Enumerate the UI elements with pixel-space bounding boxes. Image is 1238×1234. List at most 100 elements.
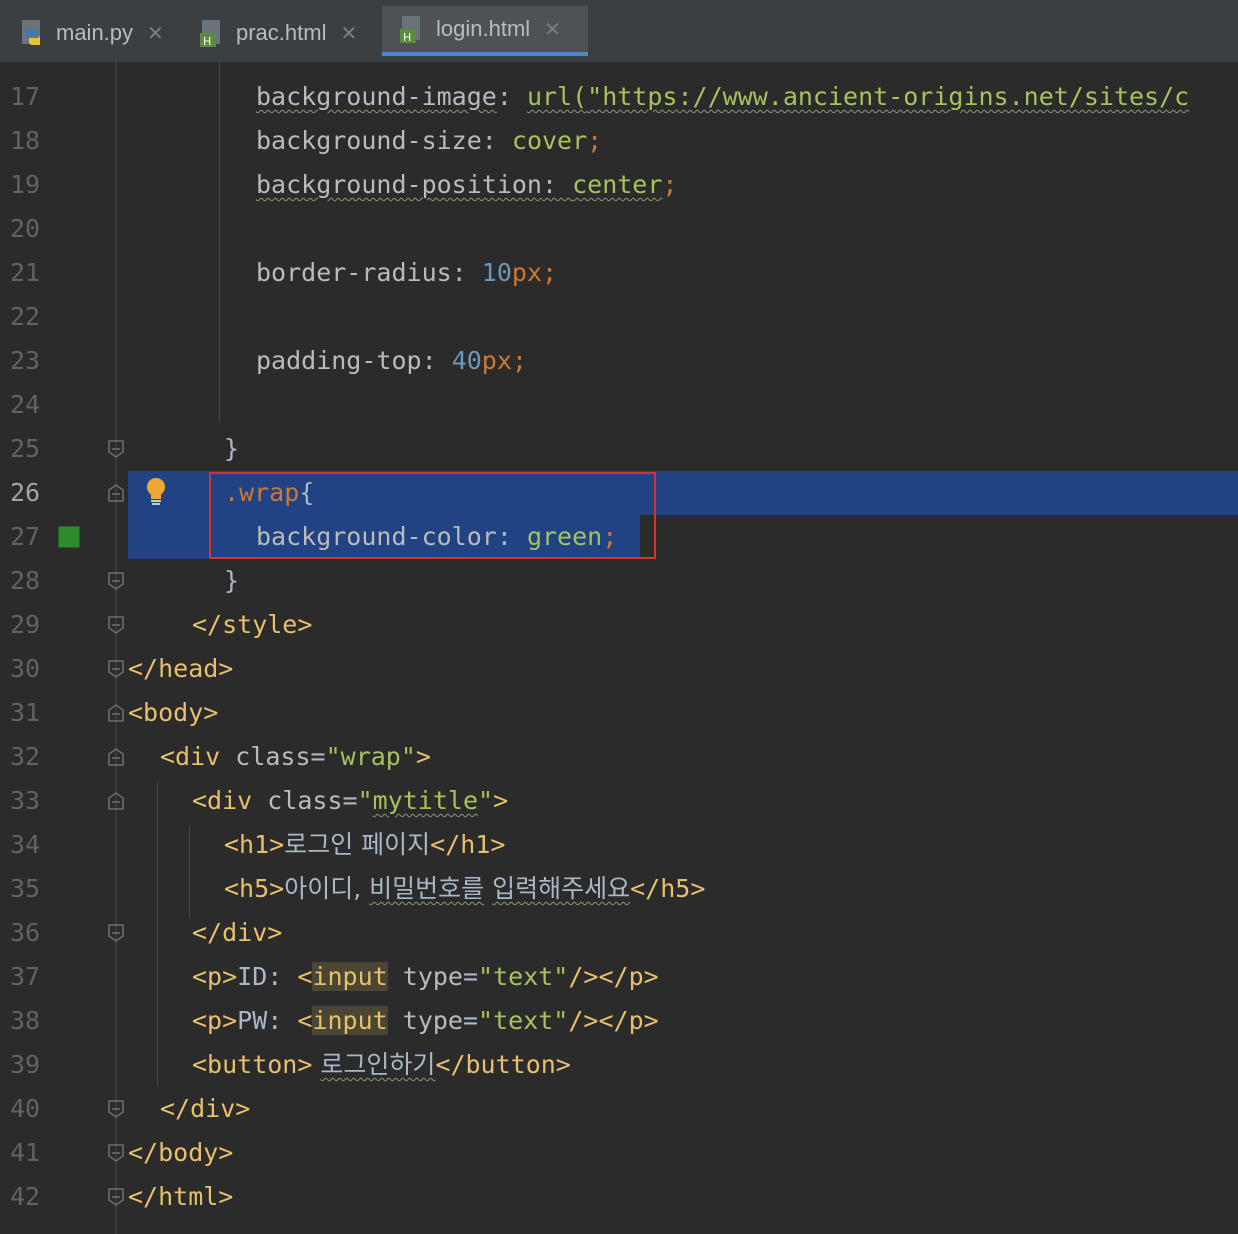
line-code: <p>PW: <input type="text"/></p>: [192, 1006, 659, 1035]
line-number: 35: [10, 874, 41, 903]
line-number: 25: [10, 434, 41, 463]
code-line: 31 <body>: [0, 691, 1238, 735]
line-code: <button> 로그인하기</button>: [192, 1050, 571, 1079]
line-code: <h1>로그인 페이지</h1>: [224, 830, 506, 859]
line-number: 37: [10, 962, 41, 991]
line-number: 33: [10, 786, 41, 815]
line-code: <body>: [128, 698, 219, 727]
line-number: 30: [10, 654, 41, 683]
line-number: 39: [10, 1050, 41, 1079]
line-code: <p>ID: <input type="text"/></p>: [192, 962, 659, 991]
tab-label: main.py: [56, 20, 134, 45]
line-number: 42: [10, 1182, 41, 1211]
svg-text:H: H: [203, 35, 211, 47]
code-line: 36 </div>: [0, 911, 1238, 955]
code-line: 41 </body>: [0, 1131, 1238, 1175]
code-line: 17 background-image: url("https://www.an…: [0, 75, 1238, 119]
code-line: 21 border-radius: 10px;: [0, 251, 1238, 295]
line-code: }: [224, 566, 240, 595]
line-number: 27: [10, 522, 41, 551]
code-line: 22: [0, 295, 1238, 339]
code-line: 39 <button> 로그인하기</button>: [0, 1043, 1238, 1087]
tab-login-html[interactable]: H login.html ✕: [382, 6, 588, 56]
line-number: 20: [10, 214, 41, 243]
color-swatch-icon[interactable]: [58, 526, 80, 548]
line-code: </div>: [192, 918, 283, 947]
tab-prac-html[interactable]: H prac.html ✕: [200, 6, 357, 60]
line-number: 29: [10, 610, 41, 639]
fold-marker-icon[interactable]: [108, 1188, 124, 1206]
code-line: 38 <p>PW: <input type="text"/></p>: [0, 999, 1238, 1043]
fold-marker-icon[interactable]: [108, 1144, 124, 1162]
line-code: background-size: cover;: [256, 126, 603, 155]
line-number: 23: [10, 346, 41, 375]
fold-marker-icon[interactable]: [108, 484, 124, 502]
code-line: 35 <h5>아이디, 비밀번호를 입력해주세요</h5>: [0, 867, 1238, 911]
line-number: 38: [10, 1006, 41, 1035]
fold-marker-icon[interactable]: [108, 704, 124, 722]
line-number: 31: [10, 698, 41, 727]
html-file-icon: H: [200, 19, 226, 47]
fold-marker-icon[interactable]: [108, 748, 124, 766]
code-line: 30 </head>: [0, 647, 1238, 691]
tab-label: prac.html: [236, 20, 327, 45]
code-line: 28 }: [0, 559, 1238, 603]
fold-marker-icon[interactable]: [108, 924, 124, 942]
line-number: 19: [10, 170, 41, 199]
close-icon[interactable]: ✕: [147, 21, 164, 46]
line-code: </html>: [128, 1182, 234, 1211]
tab-label: login.html: [436, 16, 531, 41]
code-line: 37 <p>ID: <input type="text"/></p>: [0, 955, 1238, 999]
line-number: 17: [10, 82, 41, 111]
close-icon[interactable]: ✕: [544, 17, 561, 42]
html-file-icon: H: [400, 15, 426, 43]
line-number: 22: [10, 302, 41, 331]
line-code: }: [224, 434, 240, 463]
highlight-annotation-box: [209, 472, 656, 559]
code-editor[interactable]: 17 background-image: url("https://www.an…: [0, 62, 1238, 1234]
fold-marker-icon[interactable]: [108, 616, 124, 634]
line-code: background-position: center;: [256, 170, 678, 199]
fold-marker-icon[interactable]: [108, 1100, 124, 1118]
line-number: 28: [10, 566, 41, 595]
editor-tab-bar: main.py ✕ H prac.html ✕ H login.html ✕: [0, 0, 1238, 63]
code-line: 40 </div>: [0, 1087, 1238, 1131]
line-code: </head>: [128, 654, 234, 683]
line-number: 34: [10, 830, 41, 859]
code-line: 19 background-position: center;: [0, 163, 1238, 207]
lightbulb-icon[interactable]: [145, 477, 167, 507]
line-number: 40: [10, 1094, 41, 1123]
fold-marker-icon[interactable]: [108, 792, 124, 810]
code-line: 34 <h1>로그인 페이지</h1>: [0, 823, 1238, 867]
fold-marker-icon[interactable]: [108, 440, 124, 458]
line-code: border-radius: 10px;: [256, 258, 558, 287]
code-line: 25 }: [0, 427, 1238, 471]
close-icon[interactable]: ✕: [340, 21, 357, 46]
line-code: <h5>아이디, 비밀번호를 입력해주세요</h5>: [224, 874, 706, 903]
line-number: 36: [10, 918, 41, 947]
code-line: 42 </html>: [0, 1175, 1238, 1219]
code-line: 33 <div class="mytitle">: [0, 779, 1238, 823]
code-line: 20: [0, 207, 1238, 251]
tab-main-py[interactable]: main.py ✕: [20, 6, 164, 60]
code-line: 23 padding-top: 40px;: [0, 339, 1238, 383]
line-code: padding-top: 40px;: [256, 346, 527, 375]
code-line: 18 background-size: cover;: [0, 119, 1238, 163]
line-number: 24: [10, 390, 41, 419]
fold-marker-icon[interactable]: [108, 572, 124, 590]
line-code: </body>: [128, 1138, 234, 1167]
code-line: 24: [0, 383, 1238, 427]
code-line: 29 </style>: [0, 603, 1238, 647]
fold-marker-icon[interactable]: [108, 660, 124, 678]
line-code: </style>: [192, 610, 313, 639]
code-line: 32 <div class="wrap">: [0, 735, 1238, 779]
line-number: 32: [10, 742, 41, 771]
line-number: 21: [10, 258, 41, 287]
line-code: background-image: url("https://www.ancie…: [256, 82, 1190, 111]
line-code: <div class="mytitle">: [192, 786, 509, 815]
python-file-icon: [20, 19, 46, 47]
line-code: <div class="wrap">: [160, 742, 431, 771]
line-code: </div>: [160, 1094, 251, 1123]
svg-text:H: H: [403, 31, 411, 43]
line-number: 18: [10, 126, 41, 155]
